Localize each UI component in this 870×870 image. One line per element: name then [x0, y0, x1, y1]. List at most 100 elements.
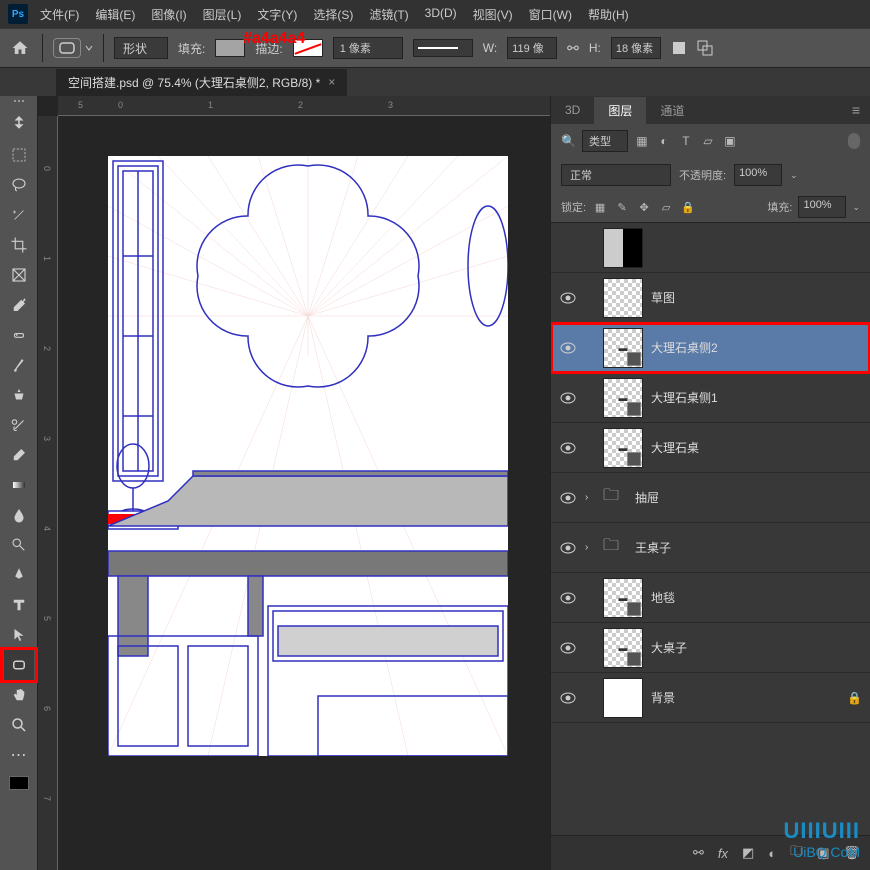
pathops-icon[interactable]: [697, 40, 713, 56]
align-icon[interactable]: [671, 40, 687, 56]
layer-name[interactable]: 草图: [651, 289, 675, 306]
layer-row[interactable]: [551, 223, 870, 273]
filter-type-icon[interactable]: T: [678, 133, 694, 149]
magic-wand-tool[interactable]: [4, 200, 34, 230]
layer-row[interactable]: 草图: [551, 273, 870, 323]
gradient-tool[interactable]: [4, 470, 34, 500]
layer-name[interactable]: 抽屉: [635, 489, 659, 506]
fill-swatch[interactable]: [215, 39, 245, 57]
clone-stamp-tool[interactable]: [4, 380, 34, 410]
foreground-color[interactable]: [9, 776, 29, 790]
panel-menu-icon[interactable]: ≡: [852, 102, 860, 118]
eraser-tool[interactable]: [4, 440, 34, 470]
shape-preset[interactable]: [53, 38, 93, 58]
canvas[interactable]: [108, 156, 508, 756]
rectangle-tool[interactable]: [4, 650, 34, 680]
layer-name[interactable]: 背景: [651, 689, 675, 706]
menu-item[interactable]: 文件(F): [32, 2, 87, 27]
visibility-icon[interactable]: [559, 239, 577, 257]
blend-mode-select[interactable]: 正常: [561, 164, 671, 186]
lock-position-icon[interactable]: ✥: [636, 199, 652, 215]
dodge-tool[interactable]: [4, 530, 34, 560]
layer-thumbnail[interactable]: [603, 228, 643, 268]
tab-channels[interactable]: 通道: [646, 97, 698, 124]
layer-thumbnail[interactable]: [603, 678, 643, 718]
menu-item[interactable]: 图像(I): [143, 2, 194, 27]
filter-type-select[interactable]: 类型: [582, 130, 628, 152]
layer-row[interactable]: ▬ 大理石桌侧2: [551, 323, 870, 373]
expand-caret-icon[interactable]: ›: [585, 542, 595, 553]
lock-brush-icon[interactable]: ✎: [614, 199, 630, 215]
layer-thumbnail[interactable]: ▬: [603, 328, 643, 368]
expand-caret-icon[interactable]: ›: [585, 492, 595, 503]
marquee-tool[interactable]: [4, 140, 34, 170]
visibility-icon[interactable]: [559, 439, 577, 457]
visibility-icon[interactable]: [559, 289, 577, 307]
layer-name[interactable]: 地毯: [651, 589, 675, 606]
layer-thumbnail[interactable]: [603, 278, 643, 318]
close-tab-icon[interactable]: ×: [328, 75, 335, 89]
layer-row[interactable]: ›🗀抽屉: [551, 473, 870, 523]
filter-shape-icon[interactable]: ▱: [700, 133, 716, 149]
link-layers-icon[interactable]: ⚯: [693, 845, 704, 861]
layer-row[interactable]: ›🗀王桌子: [551, 523, 870, 573]
tab-layers[interactable]: 图层: [594, 97, 646, 124]
layer-row[interactable]: ▬ 大理石桌侧1: [551, 373, 870, 423]
layer-thumbnail[interactable]: ▬: [603, 578, 643, 618]
stroke-style-select[interactable]: [413, 39, 473, 57]
blur-tool[interactable]: [4, 500, 34, 530]
mask-icon[interactable]: ◩: [742, 845, 754, 861]
layer-thumbnail[interactable]: ▬: [603, 428, 643, 468]
document-tab[interactable]: 空间搭建.psd @ 75.4% (大理石桌侧2, RGB/8) * ×: [56, 69, 347, 96]
layer-row[interactable]: ▬ 地毯: [551, 573, 870, 623]
menu-item[interactable]: 3D(D): [417, 2, 465, 27]
stroke-width-input[interactable]: 1 像素: [333, 37, 403, 59]
lock-artboard-icon[interactable]: ▱: [658, 199, 674, 215]
layer-name[interactable]: 大桌子: [651, 639, 687, 656]
crop-tool[interactable]: [4, 230, 34, 260]
type-tool[interactable]: [4, 590, 34, 620]
visibility-icon[interactable]: [559, 339, 577, 357]
menu-item[interactable]: 编辑(E): [87, 2, 143, 27]
eyedropper-tool[interactable]: [4, 290, 34, 320]
layer-thumbnail[interactable]: ▬: [603, 378, 643, 418]
filter-adjust-icon[interactable]: ◐: [656, 133, 672, 149]
filter-smart-icon[interactable]: ▣: [722, 133, 738, 149]
visibility-icon[interactable]: [559, 689, 577, 707]
edit-toolbar[interactable]: ⋯: [4, 740, 34, 770]
opacity-input[interactable]: 100%: [734, 164, 782, 186]
healing-tool[interactable]: [4, 320, 34, 350]
zoom-tool[interactable]: [4, 710, 34, 740]
lasso-tool[interactable]: [4, 170, 34, 200]
frame-tool[interactable]: [4, 260, 34, 290]
filter-pixel-icon[interactable]: ▦: [634, 133, 650, 149]
menu-item[interactable]: 窗口(W): [521, 2, 580, 27]
history-brush-tool[interactable]: [4, 410, 34, 440]
menu-item[interactable]: 视图(V): [465, 2, 521, 27]
menu-item[interactable]: 选择(S): [305, 2, 361, 27]
height-input[interactable]: 18 像素: [611, 37, 661, 59]
visibility-icon[interactable]: [559, 639, 577, 657]
menu-item[interactable]: 帮助(H): [580, 2, 637, 27]
visibility-icon[interactable]: [559, 489, 577, 507]
lock-pixels-icon[interactable]: ▦: [592, 199, 608, 215]
layer-row[interactable]: 背景🔒: [551, 673, 870, 723]
menu-item[interactable]: 图层(L): [195, 2, 250, 27]
layer-name[interactable]: 大理石桌: [651, 439, 699, 456]
menu-item[interactable]: 文字(Y): [249, 2, 305, 27]
hand-tool[interactable]: [4, 680, 34, 710]
layer-row[interactable]: ▬ 大理石桌: [551, 423, 870, 473]
layer-name[interactable]: 大理石桌侧2: [651, 339, 718, 356]
width-input[interactable]: 119 像: [507, 37, 557, 59]
layer-name[interactable]: 大理石桌侧1: [651, 389, 718, 406]
layer-thumbnail[interactable]: ▬: [603, 628, 643, 668]
layer-name[interactable]: 王桌子: [635, 539, 671, 556]
adjustment-icon[interactable]: ◐: [768, 846, 776, 861]
fill-opacity-input[interactable]: 100%: [798, 196, 846, 218]
link-dimensions-icon[interactable]: ⚯: [567, 40, 579, 57]
filter-toggle[interactable]: [848, 133, 860, 149]
path-selection-tool[interactable]: [4, 620, 34, 650]
lock-all-icon[interactable]: 🔒: [680, 199, 696, 215]
tab-3d[interactable]: 3D: [551, 98, 594, 122]
pen-tool[interactable]: [4, 560, 34, 590]
